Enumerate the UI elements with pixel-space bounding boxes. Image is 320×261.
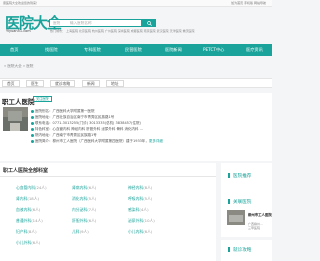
tab-address[interactable]: 地址 [106, 80, 124, 87]
department-list: 职工人医院全部科室 心血管内科(24人) 肾病内科(6人) 神经内科(8人) 肾内科(… [0, 163, 216, 261]
top-strip: 康医院大全欢迎您的到来！ 加为首页 手机版 网站导航 [0, 0, 272, 7]
related-hospital-thumb[interactable] [227, 210, 245, 225]
main-nav: 首页 找医院 专科医院 民营医院 医院新闻 PETCT中心 医疗资讯 [0, 44, 272, 56]
department-item[interactable]: 妇产科(8人) [16, 229, 37, 235]
department-item[interactable]: 血液内科(6人) [16, 207, 40, 213]
department-item[interactable]: 肾病内科(6人) [72, 185, 96, 191]
department-item[interactable]: 神经内科(8人) [128, 185, 152, 191]
welcome-text: 康医院大全欢迎您的到来！ [3, 1, 40, 5]
info-row-intro: 医院简介：柳州市工人医院（广西医科大学附属第四医院）建于1933年，更多详细 [31, 139, 163, 144]
nav-item-petct[interactable]: PETCT中心 [203, 44, 224, 56]
department-item[interactable]: 肝胆外科(6人) [72, 218, 96, 224]
department-item[interactable]: 儿科(9人) [72, 229, 89, 235]
search-button[interactable] [142, 19, 156, 27]
department-title: 职工人医院全部科室 [3, 168, 49, 174]
tab-doctors[interactable]: 医生 [26, 80, 44, 87]
info-bullet-icon [31, 139, 34, 143]
nav-item-private[interactable]: 民营医院 [125, 44, 142, 56]
department-item[interactable]: 小儿内科(6人) [128, 229, 152, 235]
breadcrumb[interactable]: » 医院大全 » 医院 [4, 64, 33, 69]
search-placeholder: 输入医院名称 [70, 21, 92, 25]
nav-item-find[interactable]: 找医院 [45, 44, 58, 56]
info-bullet-icon [31, 127, 34, 131]
nav-item-home[interactable]: 首页 [10, 44, 18, 56]
hospital-info-card: 职工人医院 关注医院 医院别名：广西医科大学附属第一医院 医院地址：广西壮族自治… [0, 93, 272, 161]
department-item[interactable]: 心血管内科(24人) [16, 185, 47, 191]
search-type-select[interactable]: 医院 [53, 20, 60, 26]
search-icon [146, 20, 152, 26]
side-guide: 就诊攻略 [221, 240, 272, 261]
hospital-tabs: 首页 医生 就诊攻略 新闻 地址 [0, 78, 272, 88]
tab-home[interactable]: 首页 [2, 80, 20, 87]
tab-guide[interactable]: 就诊攻略 [50, 80, 76, 87]
follow-button[interactable]: 关注医院 [33, 96, 52, 102]
info-bullet-icon [31, 133, 34, 137]
department-item[interactable]: 普通外科(14人) [16, 218, 43, 224]
department-item[interactable]: 小儿外科(6人) [16, 240, 40, 246]
department-item[interactable]: 内分泌科(7人) [72, 207, 96, 213]
more-detail-link[interactable]: 更多详细 [149, 139, 163, 143]
info-bullet-icon [31, 115, 34, 119]
search-input[interactable]: 医院 输入医院名称 [49, 19, 142, 27]
department-item[interactable]: 肾内科(18人) [16, 196, 39, 202]
related-hospital-name[interactable]: 柳州市工人医院 [248, 213, 272, 217]
info-row-phone: 联系电话：0771-3013255(门诊) 3013335(总机) 383845… [31, 121, 141, 126]
department-item[interactable]: 泌尿外科(10人) [128, 218, 155, 224]
side-related-title: 关联医院 [233, 200, 252, 205]
side-accent [228, 199, 230, 204]
related-hospital-level: 三甲医院 [248, 226, 261, 230]
department-item[interactable]: 感染科(4人) [128, 207, 149, 213]
info-row-address: 医院地址：广西壮族自治区南宁市青秀区民族路1号 [31, 115, 114, 120]
side-recommend-title: 医院推荐 [233, 174, 252, 179]
hot-cities[interactable]: 热门城市： 上海医院 北京医院 杭州医院 广州医院 深圳医院 成都医院 南京医院… [50, 29, 195, 33]
info-row-alias: 医院别名：广西医科大学附属第一医院 [31, 109, 95, 114]
top-links[interactable]: 加为首页 手机版 网站导航 [231, 0, 266, 7]
hospital-photo [3, 107, 28, 131]
divider [0, 176, 216, 177]
department-item[interactable]: 消化内科(5人) [72, 196, 96, 202]
nav-item-special[interactable]: 专科医院 [84, 44, 101, 56]
department-item[interactable]: 呼吸内科(5人) [128, 196, 152, 202]
site-logo-sub: Yiyuan51.com [6, 29, 31, 33]
tab-news[interactable]: 新闻 [82, 80, 100, 87]
side-accent [228, 247, 230, 252]
info-row-specialty: 特色科室：心血管内科 神经内科 肝胆外科 泌尿外科 骨科 消化内科 ... [31, 127, 143, 132]
side-guide-title: 就诊攻略 [233, 248, 252, 253]
info-bullet-icon [31, 121, 34, 125]
side-accent [228, 173, 230, 178]
nav-item-news[interactable]: 医院新闻 [165, 44, 182, 56]
hospital-name: 职工人医院 [2, 98, 35, 106]
info-bullet-icon [31, 109, 34, 113]
nav-item-info[interactable]: 医疗资讯 [246, 44, 263, 56]
info-row-location: 院内地址：广西南宁市青秀区民族路1号 [31, 133, 97, 138]
